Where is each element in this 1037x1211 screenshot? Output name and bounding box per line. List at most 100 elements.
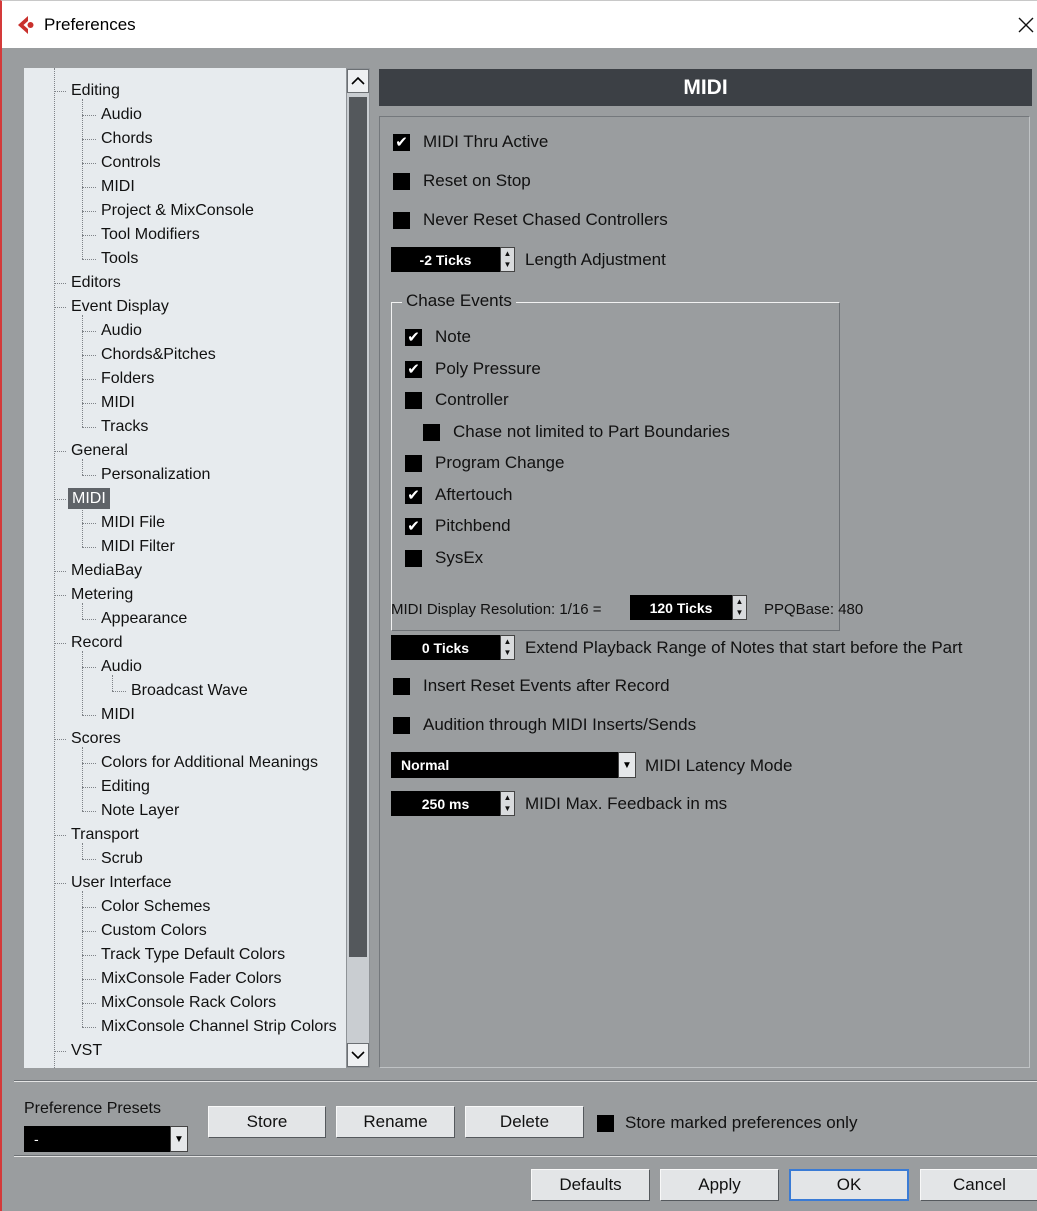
extend-playback-spinner[interactable]: 0 Ticks ▲ ▼: [391, 635, 515, 660]
preference-presets-dropdown[interactable]: - ▼: [24, 1126, 188, 1152]
tree-item[interactable]: Project & MixConsole: [98, 199, 257, 223]
tree-item[interactable]: MixConsole Fader Colors: [98, 967, 285, 991]
insert-reset-events-checkbox[interactable]: Insert Reset Events after Record: [393, 675, 670, 697]
store-marked-only-checkbox[interactable]: Store marked preferences only: [597, 1112, 857, 1134]
chase-event-checkbox[interactable]: Controller: [405, 389, 509, 411]
spin-down-icon[interactable]: ▼: [504, 649, 512, 657]
scroll-down-button[interactable]: [347, 1043, 369, 1067]
spinner-value[interactable]: -2 Ticks: [391, 247, 500, 272]
chase-events-title: Chase Events: [402, 291, 516, 311]
tree-item[interactable]: Editing: [98, 775, 153, 799]
spin-down-icon[interactable]: ▼: [504, 261, 512, 269]
tree-item[interactable]: Record: [68, 631, 126, 655]
display-resolution-spinner[interactable]: 120 Ticks ▲ ▼: [630, 595, 747, 620]
tree-connector: [82, 763, 96, 764]
dropdown-arrow-icon[interactable]: ▼: [170, 1126, 188, 1152]
tree-item[interactable]: MixConsole Channel Strip Colors: [98, 1015, 340, 1039]
chase-event-checkbox[interactable]: ✔ Aftertouch: [405, 484, 513, 506]
tree-item[interactable]: MIDI: [98, 703, 138, 727]
delete-button[interactable]: Delete: [465, 1106, 584, 1138]
chase-event-checkbox[interactable]: ✔ Note: [405, 326, 471, 348]
checkbox-label: Store marked preferences only: [625, 1113, 858, 1132]
spinner-value[interactable]: 250 ms: [391, 791, 500, 816]
tree-item[interactable]: Color Schemes: [98, 895, 213, 919]
spin-up-icon[interactable]: ▲: [504, 637, 512, 646]
spinner-arrows[interactable]: ▲ ▼: [500, 247, 515, 272]
tree-item[interactable]: MIDI: [98, 391, 138, 415]
tree-connector: [82, 811, 96, 812]
tree-item[interactable]: MIDI: [98, 175, 138, 199]
tree-item[interactable]: Chords: [98, 127, 156, 151]
tree-item[interactable]: VST: [68, 1039, 105, 1063]
tree-item[interactable]: Track Type Default Colors: [98, 943, 288, 967]
midi-thru-active-checkbox[interactable]: ✔ MIDI Thru Active: [393, 131, 548, 153]
tree-item[interactable]: Controls: [98, 151, 164, 175]
tree-item[interactable]: Transport: [68, 823, 142, 847]
scroll-up-button[interactable]: [347, 69, 369, 93]
spinner-arrows[interactable]: ▲ ▼: [500, 791, 515, 816]
ok-button[interactable]: OK: [789, 1169, 909, 1201]
tree-item[interactable]: Editing: [68, 79, 123, 103]
reset-on-stop-checkbox[interactable]: Reset on Stop: [393, 170, 531, 192]
tree-item[interactable]: Tools: [98, 247, 141, 271]
chase-event-checkbox[interactable]: ✔ Poly Pressure: [405, 358, 541, 380]
apply-button[interactable]: Apply: [660, 1169, 779, 1201]
spin-up-icon[interactable]: ▲: [504, 793, 512, 802]
tree-connector: [82, 163, 96, 164]
checkmark-icon: ✔: [407, 516, 420, 535]
tree-item[interactable]: Appearance: [98, 607, 190, 631]
audition-inserts-checkbox[interactable]: Audition through MIDI Inserts/Sends: [393, 714, 696, 736]
tree-item[interactable]: Colors for Additional Meanings: [98, 751, 321, 775]
tree-item[interactable]: Note Layer: [98, 799, 182, 823]
tree-item[interactable]: Audio: [98, 103, 145, 127]
spin-down-icon[interactable]: ▼: [504, 805, 512, 813]
tree-item[interactable]: Custom Colors: [98, 919, 210, 943]
spinner-arrows[interactable]: ▲ ▼: [732, 595, 747, 620]
tree-item[interactable]: MIDI File: [98, 511, 168, 535]
tree-item[interactable]: MIDI Filter: [98, 535, 178, 559]
length-adjustment-spinner[interactable]: -2 Ticks ▲ ▼: [391, 247, 515, 272]
latency-mode-dropdown[interactable]: Normal ▼: [391, 752, 636, 778]
tree-item[interactable]: MIDI: [68, 487, 110, 511]
max-feedback-spinner[interactable]: 250 ms ▲ ▼: [391, 791, 515, 816]
spinner-value[interactable]: 0 Ticks: [391, 635, 500, 660]
tree-item[interactable]: Audio: [98, 319, 145, 343]
rename-button[interactable]: Rename: [336, 1106, 455, 1138]
never-reset-chased-controllers-checkbox[interactable]: Never Reset Chased Controllers: [393, 209, 668, 231]
tree-item[interactable]: Scores: [68, 727, 124, 751]
tree-scrollbar[interactable]: [346, 68, 370, 1068]
tree-item[interactable]: MediaBay: [68, 559, 145, 583]
spin-up-icon[interactable]: ▲: [504, 249, 512, 258]
tree-item[interactable]: Editors: [68, 271, 124, 295]
tree-item[interactable]: Personalization: [98, 463, 213, 487]
tree-item[interactable]: General: [68, 439, 131, 463]
tree-item[interactable]: Chords&Pitches: [98, 343, 219, 367]
spinner-arrows[interactable]: ▲ ▼: [500, 635, 515, 660]
tree-item[interactable]: MixConsole Rack Colors: [98, 991, 279, 1015]
spin-down-icon[interactable]: ▼: [736, 609, 744, 617]
tree-item[interactable]: Event Display: [68, 295, 172, 319]
defaults-button[interactable]: Defaults: [531, 1169, 650, 1201]
tree-item[interactable]: Metering: [68, 583, 136, 607]
chase-event-checkbox[interactable]: SysEx: [405, 547, 483, 569]
tree-item[interactable]: Tool Modifiers: [98, 223, 203, 247]
tree-item[interactable]: Scrub: [98, 847, 146, 871]
cancel-button[interactable]: Cancel: [920, 1169, 1037, 1201]
tree-item[interactable]: Audio: [98, 655, 145, 679]
tree-item[interactable]: Folders: [98, 367, 157, 391]
tree-connector: [82, 139, 96, 140]
spin-up-icon[interactable]: ▲: [736, 597, 744, 606]
store-button[interactable]: Store: [208, 1106, 326, 1138]
tree-item[interactable]: Broadcast Wave: [128, 679, 251, 703]
chase-event-checkbox[interactable]: ✔ Pitchbend: [405, 515, 511, 537]
chase-event-checkbox[interactable]: Program Change: [405, 452, 564, 474]
tree-connector: [54, 883, 66, 884]
dropdown-arrow-icon[interactable]: ▼: [618, 752, 636, 778]
tree-item[interactable]: User Interface: [68, 871, 174, 895]
spinner-value[interactable]: 120 Ticks: [630, 595, 732, 620]
tree-item[interactable]: Tracks: [98, 415, 151, 439]
scroll-thumb[interactable]: [349, 97, 367, 957]
chase-event-checkbox[interactable]: Chase not limited to Part Boundaries: [423, 421, 730, 443]
close-button[interactable]: [1001, 5, 1037, 45]
tree-item-label: User Interface: [71, 874, 172, 891]
